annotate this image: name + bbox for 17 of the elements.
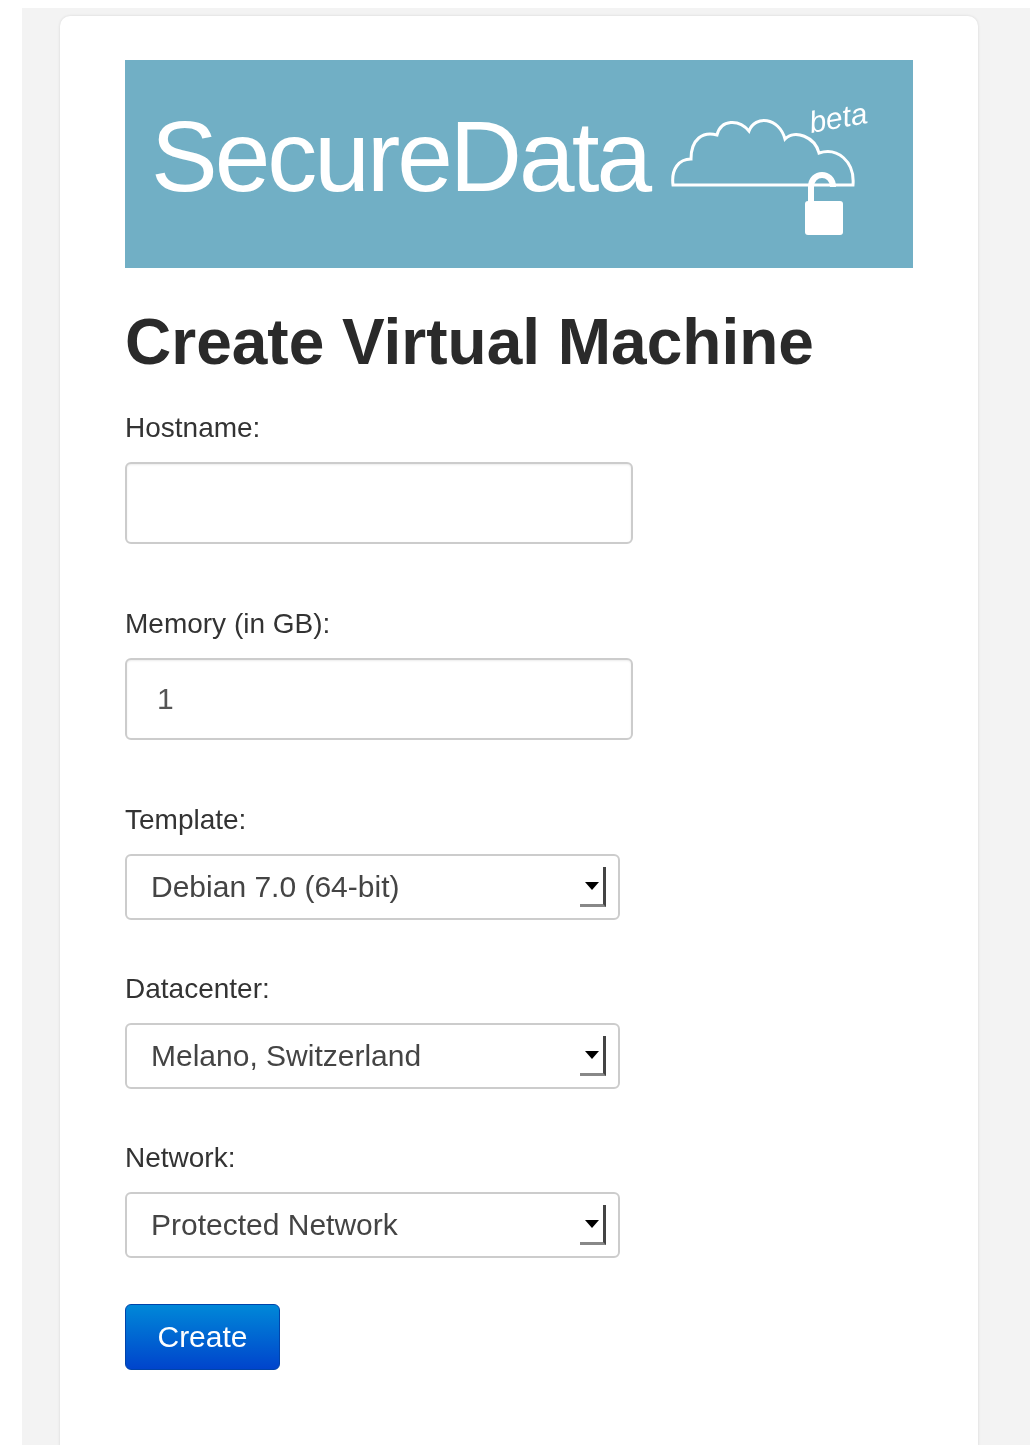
select-dropdown[interactable]: Melano, Switzerland	[125, 1023, 620, 1089]
select-dropdown[interactable]: Protected Network	[125, 1192, 620, 1258]
beta-label: beta	[806, 96, 870, 140]
input-field[interactable]	[125, 462, 633, 544]
field-label: Memory (in GB):	[125, 607, 332, 641]
field-label: Network:	[125, 1141, 237, 1175]
create-button[interactable]: Create	[125, 1304, 280, 1370]
page-title: Create Virtual Machine	[125, 305, 815, 380]
input-field[interactable]: 1	[125, 658, 633, 740]
select-dropdown[interactable]: Debian 7.0 (64-bit)	[125, 854, 620, 920]
field-label: Template:	[125, 803, 248, 837]
field-label: Datacenter:	[125, 972, 271, 1006]
dropdown-arrow-icon	[580, 1205, 606, 1245]
logo-text: SecureData	[151, 98, 650, 214]
dropdown-arrow-icon	[580, 1036, 606, 1076]
dropdown-arrow-icon	[580, 867, 606, 907]
field-label: Hostname:	[125, 411, 262, 445]
